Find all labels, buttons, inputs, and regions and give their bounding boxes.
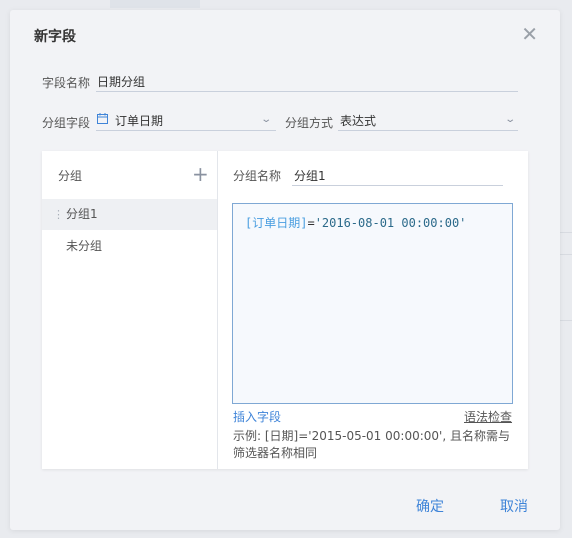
group-detail-panel: 分组名称 分组1 [订单日期]='2016-08-01 00:00:00' 插入… [218, 151, 528, 469]
confirm-button[interactable]: 确定 [416, 496, 444, 516]
group-name-input[interactable]: 分组1 [294, 167, 326, 184]
expression-editor[interactable]: [订单日期]='2016-08-01 00:00:00' [232, 203, 513, 404]
group-field-label: 分组字段 [42, 116, 91, 130]
expression-operator: = [307, 216, 315, 230]
expression-hint: 示例: [日期]='2015-05-01 00:00:00', 且名称需与筛选器… [233, 429, 510, 460]
expression-field-token: [订单日期] [245, 216, 308, 230]
group-list-item[interactable]: 未分组 [42, 231, 217, 262]
chevron-down-icon: ⌄ [260, 114, 273, 125]
background-tab [110, 0, 200, 8]
group-name-underline [292, 185, 503, 186]
field-name-label: 字段名称 [42, 76, 91, 90]
group-method-underline [338, 130, 518, 131]
expression-text: [订单日期]='2016-08-01 00:00:00' [245, 214, 466, 231]
group-list-item[interactable]: ⋮⋮ 分组1 [42, 199, 217, 230]
field-name-input[interactable]: 日期分组 [97, 73, 145, 90]
group-method-label: 分组方式 [285, 116, 334, 130]
field-name-underline [96, 91, 518, 92]
grouping-panel: 分组 + ⋮⋮ 分组1 未分组 分组名称 分组1 [订单日期]='2016-08… [42, 151, 528, 469]
new-field-dialog: 新字段 ✕ 字段名称 日期分组 分组字段 订单日期 ⌄ 分组方式 表达式 ⌄ 分… [10, 10, 560, 530]
dialog-title: 新字段 [34, 29, 76, 45]
group-item-label: 分组1 [66, 207, 98, 221]
group-field-underline [96, 130, 276, 131]
group-list-panel: 分组 + ⋮⋮ 分组1 未分组 [42, 151, 218, 469]
close-icon[interactable]: ✕ [521, 24, 538, 44]
calendar-icon [97, 113, 108, 124]
cancel-button[interactable]: 取消 [500, 496, 528, 516]
expression-literal: '2016-08-01 00:00:00' [314, 216, 467, 230]
group-item-label: 未分组 [66, 239, 103, 253]
group-name-label: 分组名称 [233, 169, 282, 183]
group-field-value: 订单日期 [115, 114, 164, 128]
insert-field-link[interactable]: 插入字段 [233, 408, 281, 425]
syntax-check-link[interactable]: 语法检查 [464, 408, 512, 425]
add-group-plus-icon[interactable]: + [192, 160, 209, 188]
group-method-value: 表达式 [340, 114, 377, 128]
group-list-header: 分组 [58, 169, 83, 183]
chevron-down-icon: ⌄ [504, 114, 517, 125]
